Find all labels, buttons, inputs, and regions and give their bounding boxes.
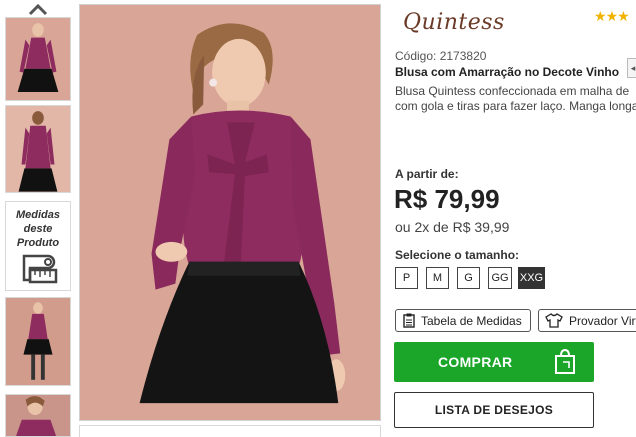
thumbnail-back-view[interactable] xyxy=(5,105,71,193)
price-from-label: A partir de: xyxy=(395,167,459,181)
thumbnail-front-view[interactable] xyxy=(5,17,71,101)
measurements-card-text: Medidas deste Produto xyxy=(15,209,60,249)
shopping-bag-icon xyxy=(555,349,575,374)
product-code: Código: 2173820 xyxy=(395,49,487,63)
price-value: R$ 79,99 xyxy=(394,184,500,214)
brand-logo[interactable]: Quintess xyxy=(403,10,505,35)
image-toolbar-strip xyxy=(79,425,381,437)
star-icon: ★ xyxy=(605,8,619,24)
size-option-m[interactable]: M xyxy=(426,267,449,289)
thumbnail-full-body[interactable] xyxy=(5,297,71,386)
star-icon: ★ xyxy=(594,8,607,24)
buy-button[interactable]: COMPRAR xyxy=(394,342,594,382)
size-option-gg[interactable]: GG xyxy=(488,267,512,289)
installment-price: ou 2x de R$ 39,99 xyxy=(395,219,510,235)
size-selector-label: Selecione o tamanho: xyxy=(395,248,520,262)
star-icon: ★ xyxy=(617,8,630,24)
model-photo xyxy=(80,5,380,420)
clipboard-icon xyxy=(403,313,415,328)
description-line: com gola e tiras para fazer laço. Manga … xyxy=(395,99,636,113)
measuring-tape-icon xyxy=(22,254,58,284)
main-product-image[interactable] xyxy=(79,4,381,421)
product-title: Blusa com Amarração no Decote Vinho xyxy=(395,65,620,79)
measures-table-button[interactable]: Tabela de Medidas xyxy=(395,309,531,332)
rating-stars[interactable]: ★★★ xyxy=(594,8,630,25)
chevron-up-icon[interactable] xyxy=(26,2,50,16)
buy-label: COMPRAR xyxy=(438,354,513,370)
size-option-g[interactable]: G xyxy=(457,267,480,289)
virtual-fitting-label: Provador Virtual xyxy=(569,314,636,328)
thumbnail-gallery: Medidas deste Produto xyxy=(0,0,76,437)
thumbnail-detail[interactable] xyxy=(5,394,71,437)
wishlist-button[interactable]: LISTA DE DESEJOS xyxy=(394,392,594,428)
collapse-panel-button[interactable]: ◂ xyxy=(627,58,636,78)
size-option-xxg[interactable]: XXG xyxy=(518,267,545,289)
product-description: Blusa Quintess confeccionada em malha de… xyxy=(395,84,636,114)
thumbnail-measurements-card[interactable]: Medidas deste Produto xyxy=(5,201,71,291)
virtual-fitting-button[interactable]: Provador Virtual xyxy=(538,309,636,332)
description-line: Blusa Quintess confeccionada em malha de xyxy=(395,84,630,98)
shirt-icon xyxy=(545,313,563,328)
size-option-p[interactable]: P xyxy=(395,267,418,289)
measures-table-label: Tabela de Medidas xyxy=(421,314,522,328)
